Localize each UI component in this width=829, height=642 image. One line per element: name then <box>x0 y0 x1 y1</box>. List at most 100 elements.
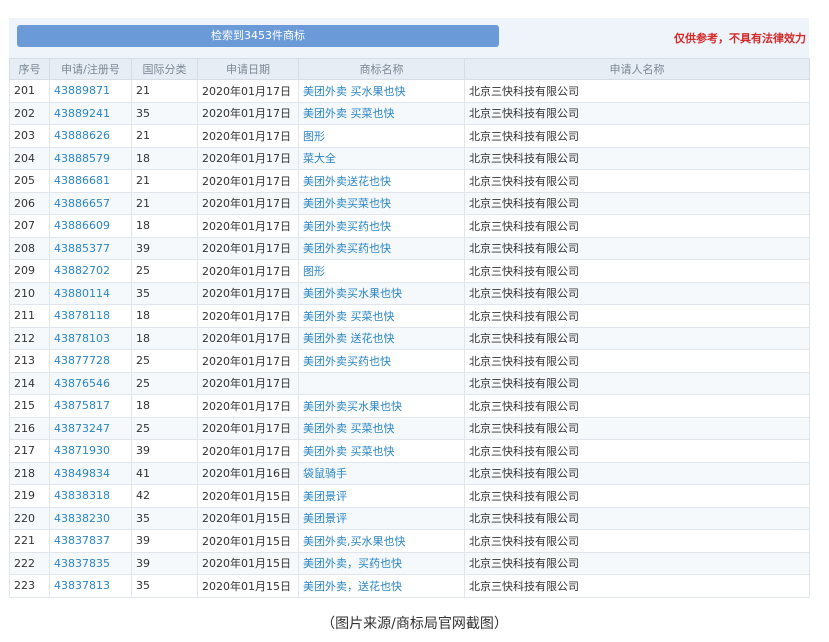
registration-number-link[interactable]: 43838230 <box>50 507 132 530</box>
application-date-cell: 2020年01月17日 <box>198 192 299 215</box>
column-header-reg-no[interactable]: 申请/注册号 <box>50 59 132 80</box>
table-row[interactable]: 20243889241352020年01月17日美团外卖 买菜也快北京三快科技有… <box>10 102 810 125</box>
applicant-cell: 北京三快科技有限公司 <box>465 327 810 350</box>
table-row[interactable]: 21943838318422020年01月15日美团景评北京三快科技有限公司 <box>10 485 810 508</box>
registration-number-link[interactable]: 43837837 <box>50 530 132 553</box>
table-row[interactable]: 22143837837392020年01月15日美团外卖,买水果也快北京三快科技… <box>10 530 810 553</box>
applicant-cell: 北京三快科技有限公司 <box>465 395 810 418</box>
table-row[interactable]: 20843885377392020年01月17日美团外卖买药也快北京三快科技有限… <box>10 237 810 260</box>
application-date-cell: 2020年01月17日 <box>198 440 299 463</box>
table-row[interactable]: 21043880114352020年01月17日美团外卖买水果也快北京三快科技有… <box>10 282 810 305</box>
trademark-name-link[interactable]: 菜大全 <box>299 147 465 170</box>
table-row[interactable]: 21543875817182020年01月17日美团外卖买水果也快北京三快科技有… <box>10 395 810 418</box>
column-header-trademark[interactable]: 商标名称 <box>299 59 465 80</box>
search-results-panel: 检索到3453件商标 仅供参考，不具有法律效力 序号 申请/注册号 国际分类 申… <box>9 18 809 598</box>
registration-number-link[interactable]: 43886657 <box>50 192 132 215</box>
registration-number-link[interactable]: 43837813 <box>50 575 132 598</box>
table-row[interactable]: 21243878103182020年01月17日美团外卖 送花也快北京三快科技有… <box>10 327 810 350</box>
registration-number-link[interactable]: 43878103 <box>50 327 132 350</box>
row-index: 202 <box>10 102 50 125</box>
registration-number-link[interactable]: 43882702 <box>50 260 132 283</box>
column-header-date[interactable]: 申请日期 <box>198 59 299 80</box>
registration-number-link[interactable]: 43886681 <box>50 170 132 193</box>
application-date-cell: 2020年01月17日 <box>198 237 299 260</box>
registration-number-link[interactable]: 43888626 <box>50 125 132 148</box>
trademark-name-link[interactable]: 美团外卖，送花也快 <box>299 575 465 598</box>
trademark-name-link[interactable]: 美团外卖买药也快 <box>299 237 465 260</box>
registration-number-link[interactable]: 43871930 <box>50 440 132 463</box>
registration-number-link[interactable]: 43878118 <box>50 305 132 328</box>
trademark-name-link[interactable]: 美团外卖 送花也快 <box>299 327 465 350</box>
trademark-name-link[interactable]: 美团外卖 买水果也快 <box>299 80 465 103</box>
row-index: 216 <box>10 417 50 440</box>
registration-number-link[interactable]: 43889871 <box>50 80 132 103</box>
table-row[interactable]: 22043838230352020年01月15日美团景评北京三快科技有限公司 <box>10 507 810 530</box>
table-row[interactable]: 20643886657212020年01月17日美团外卖买菜也快北京三快科技有限… <box>10 192 810 215</box>
applicant-cell: 北京三快科技有限公司 <box>465 507 810 530</box>
class-cell: 21 <box>132 170 198 193</box>
row-index: 213 <box>10 350 50 373</box>
applicant-cell: 北京三快科技有限公司 <box>465 102 810 125</box>
table-row[interactable]: 20543886681212020年01月17日美团外卖送花也快北京三快科技有限… <box>10 170 810 193</box>
registration-number-link[interactable]: 43849834 <box>50 462 132 485</box>
registration-number-link[interactable]: 43876546 <box>50 372 132 395</box>
table-row[interactable]: 21843849834412020年01月16日袋鼠骑手北京三快科技有限公司 <box>10 462 810 485</box>
applicant-cell: 北京三快科技有限公司 <box>465 552 810 575</box>
column-header-class[interactable]: 国际分类 <box>132 59 198 80</box>
table-row[interactable]: 21643873247252020年01月17日美团外卖 买菜也快北京三快科技有… <box>10 417 810 440</box>
column-header-applicant[interactable]: 申请人名称 <box>465 59 810 80</box>
row-index: 219 <box>10 485 50 508</box>
trademark-name-link[interactable]: 美团外卖送花也快 <box>299 170 465 193</box>
trademark-name-link[interactable]: 美团景评 <box>299 507 465 530</box>
class-cell: 18 <box>132 147 198 170</box>
table-row[interactable]: 21743871930392020年01月17日美团外卖 买菜也快北京三快科技有… <box>10 440 810 463</box>
registration-number-link[interactable]: 43873247 <box>50 417 132 440</box>
trademark-name-link[interactable]: 美团外卖，买药也快 <box>299 552 465 575</box>
trademark-name-link[interactable]: 美团外卖买水果也快 <box>299 282 465 305</box>
application-date-cell: 2020年01月17日 <box>198 80 299 103</box>
registration-number-link[interactable]: 43888579 <box>50 147 132 170</box>
registration-number-link[interactable]: 43877728 <box>50 350 132 373</box>
table-row[interactable]: 22243837835392020年01月15日美团外卖，买药也快北京三快科技有… <box>10 552 810 575</box>
trademark-name-link[interactable]: 美团外卖买水果也快 <box>299 395 465 418</box>
row-index: 209 <box>10 260 50 283</box>
trademark-name-link[interactable]: 美团外卖,买水果也快 <box>299 530 465 553</box>
table-row[interactable]: 21443876546252020年01月17日北京三快科技有限公司 <box>10 372 810 395</box>
table-row[interactable]: 20143889871212020年01月17日美团外卖 买水果也快北京三快科技… <box>10 80 810 103</box>
registration-number-link[interactable]: 43889241 <box>50 102 132 125</box>
registration-number-link[interactable]: 43837835 <box>50 552 132 575</box>
trademark-name-link[interactable]: 美团外卖买菜也快 <box>299 192 465 215</box>
class-cell: 39 <box>132 530 198 553</box>
row-index: 206 <box>10 192 50 215</box>
row-index: 214 <box>10 372 50 395</box>
trademark-name-link[interactable]: 美团外卖 买菜也快 <box>299 417 465 440</box>
trademark-name-link[interactable]: 美团外卖买药也快 <box>299 350 465 373</box>
registration-number-link[interactable]: 43838318 <box>50 485 132 508</box>
result-count-bar[interactable]: 检索到3453件商标 <box>17 25 499 47</box>
table-row[interactable]: 21143878118182020年01月17日美团外卖 买菜也快北京三快科技有… <box>10 305 810 328</box>
registration-number-link[interactable]: 43886609 <box>50 215 132 238</box>
class-cell: 39 <box>132 237 198 260</box>
table-row[interactable]: 21343877728252020年01月17日美团外卖买药也快北京三快科技有限… <box>10 350 810 373</box>
row-index: 210 <box>10 282 50 305</box>
trademark-name-link[interactable]: 图形 <box>299 260 465 283</box>
registration-number-link[interactable]: 43885377 <box>50 237 132 260</box>
trademark-name-link[interactable]: 美团外卖买药也快 <box>299 215 465 238</box>
table-row[interactable]: 20943882702252020年01月17日图形北京三快科技有限公司 <box>10 260 810 283</box>
column-header-index[interactable]: 序号 <box>10 59 50 80</box>
registration-number-link[interactable]: 43875817 <box>50 395 132 418</box>
trademark-name-link[interactable]: 美团外卖 买菜也快 <box>299 305 465 328</box>
trademark-name-link[interactable]: 图形 <box>299 125 465 148</box>
trademark-name-link[interactable]: 袋鼠骑手 <box>299 462 465 485</box>
trademark-name-link[interactable] <box>299 372 465 395</box>
table-row[interactable]: 22343837813352020年01月15日美团外卖，送花也快北京三快科技有… <box>10 575 810 598</box>
registration-number-link[interactable]: 43880114 <box>50 282 132 305</box>
table-row[interactable]: 20443888579182020年01月17日菜大全北京三快科技有限公司 <box>10 147 810 170</box>
table-row[interactable]: 20343888626212020年01月17日图形北京三快科技有限公司 <box>10 125 810 148</box>
table-row[interactable]: 20743886609182020年01月17日美团外卖买药也快北京三快科技有限… <box>10 215 810 238</box>
row-index: 201 <box>10 80 50 103</box>
trademark-name-link[interactable]: 美团外卖 买菜也快 <box>299 440 465 463</box>
trademark-name-link[interactable]: 美团景评 <box>299 485 465 508</box>
trademark-name-link[interactable]: 美团外卖 买菜也快 <box>299 102 465 125</box>
class-cell: 39 <box>132 552 198 575</box>
